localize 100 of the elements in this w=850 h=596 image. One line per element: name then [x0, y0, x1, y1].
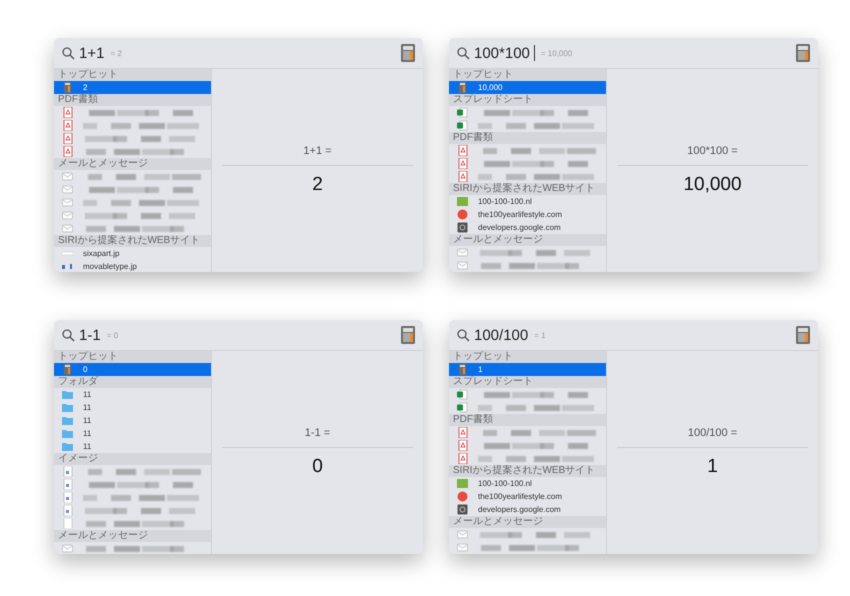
- section-header: PDF書類: [449, 132, 606, 144]
- envelope-icon: [62, 543, 73, 554]
- result-row[interactable]: 2: [54, 81, 211, 94]
- inline-result: = 0: [106, 330, 118, 340]
- expression-text: 1-1 =: [304, 427, 330, 441]
- search-query[interactable]: 1-1: [79, 326, 101, 344]
- section-header: フォルダ: [54, 376, 211, 388]
- pdf-file-icon: [457, 440, 468, 451]
- result-row[interactable]: movabletype.jp: [54, 260, 211, 272]
- pdf-file-icon: [62, 133, 73, 144]
- calculator-icon: [401, 44, 415, 62]
- expression-text: 100/100 =: [688, 427, 738, 441]
- result-value: 10,000: [683, 173, 742, 196]
- calculator-icon: [796, 326, 810, 344]
- calculator-icon: [62, 364, 73, 375]
- expression-text: 1+1 =: [303, 145, 332, 159]
- pdf-file-icon: [457, 145, 468, 156]
- result-value: 1: [707, 455, 718, 478]
- envelope-icon: [457, 247, 468, 258]
- calculator-icon: [62, 82, 73, 93]
- result-label: 11: [83, 390, 92, 399]
- section-header: イメージ: [54, 453, 211, 465]
- site-icon: [457, 478, 468, 489]
- envelope-icon: [457, 529, 468, 540]
- search-icon: [62, 328, 75, 342]
- spreadsheet-icon: [457, 107, 468, 118]
- result-row[interactable]: 0: [54, 363, 211, 376]
- section-header: PDF書類: [54, 94, 211, 106]
- result-row[interactable]: sixapart.jp: [54, 247, 211, 260]
- envelope-icon: [457, 260, 468, 271]
- result-label: 2: [83, 83, 88, 92]
- result-row[interactable]: 11: [54, 414, 211, 427]
- result-row[interactable]: 10,000: [449, 81, 606, 94]
- folder-icon: [62, 402, 73, 413]
- calculator-icon: [457, 364, 468, 375]
- pdf-file-icon: [62, 146, 73, 157]
- section-header: メールとメッセージ: [54, 530, 211, 542]
- result-row[interactable]: the100yearlifestyle.com: [449, 490, 606, 503]
- result-label: 10,000: [478, 83, 502, 92]
- envelope-icon: [62, 223, 73, 234]
- spreadsheet-icon: [457, 402, 468, 413]
- envelope-icon: [62, 171, 73, 182]
- pdf-file-icon: [62, 120, 73, 131]
- result-row[interactable]: 100-100-100.nl: [449, 477, 606, 490]
- image-file-icon: [62, 505, 73, 516]
- search-query[interactable]: 1+1: [79, 44, 104, 62]
- site-icon: [457, 222, 468, 233]
- result-label: 11: [83, 416, 92, 425]
- search-query[interactable]: 100/100: [474, 326, 528, 344]
- site-icon: [457, 196, 468, 207]
- result-label: developers.google.com: [478, 505, 561, 514]
- result-label: movabletype.jp: [83, 262, 137, 271]
- site-icon: [457, 209, 468, 220]
- calculator-icon: [401, 326, 415, 344]
- result-row[interactable]: 11: [54, 401, 211, 414]
- result-label: 1: [478, 365, 482, 374]
- image-file-icon: [62, 466, 73, 477]
- result-value: 2: [312, 173, 323, 196]
- result-label: 11: [83, 403, 92, 412]
- result-row[interactable]: 11: [54, 388, 211, 401]
- result-row[interactable]: developers.google.com: [449, 221, 606, 234]
- result-row[interactable]: the100yearlifestyle.com: [449, 208, 606, 221]
- inline-result: = 2: [110, 48, 122, 58]
- result-value: 0: [312, 455, 323, 478]
- result-label: the100yearlifestyle.com: [478, 210, 562, 219]
- result-label: 0: [83, 365, 88, 374]
- spreadsheet-icon: [457, 389, 468, 400]
- result-row[interactable]: 100-100-100.nl: [449, 195, 606, 208]
- section-header: メールとメッセージ: [449, 234, 606, 246]
- result-label: sixapart.jp: [83, 249, 120, 258]
- envelope-icon: [62, 197, 73, 208]
- pdf-file-icon: [62, 107, 73, 118]
- envelope-icon: [62, 184, 73, 195]
- image-file-icon: [62, 479, 73, 490]
- envelope-icon: [62, 210, 73, 221]
- result-label: the100yearlifestyle.com: [478, 492, 562, 501]
- search-query[interactable]: 100*100: [474, 44, 530, 62]
- result-row[interactable]: 1: [449, 363, 606, 376]
- result-label: developers.google.com: [478, 223, 561, 232]
- search-icon: [457, 46, 470, 60]
- inline-result: = 1: [534, 330, 546, 340]
- result-label: 100-100-100.nl: [478, 197, 532, 206]
- result-label: 100-100-100.nl: [478, 479, 532, 488]
- section-header: PDF書類: [449, 414, 606, 426]
- calculator-icon: [457, 82, 468, 93]
- folder-icon: [62, 428, 73, 439]
- pdf-file-icon: [457, 453, 468, 464]
- search-icon: [457, 328, 470, 342]
- spreadsheet-icon: [457, 120, 468, 131]
- pdf-file-icon: [457, 171, 468, 182]
- result-label: 11: [83, 442, 92, 451]
- image-file-icon: [62, 492, 73, 503]
- calculator-icon: [796, 44, 810, 62]
- site-icon: [457, 504, 468, 515]
- folder-icon: [62, 415, 73, 426]
- result-row[interactable]: 11: [54, 440, 211, 453]
- result-row[interactable]: developers.google.com: [449, 503, 606, 516]
- search-icon: [62, 46, 75, 60]
- result-row[interactable]: 11: [54, 427, 211, 440]
- pdf-file-icon: [457, 158, 468, 169]
